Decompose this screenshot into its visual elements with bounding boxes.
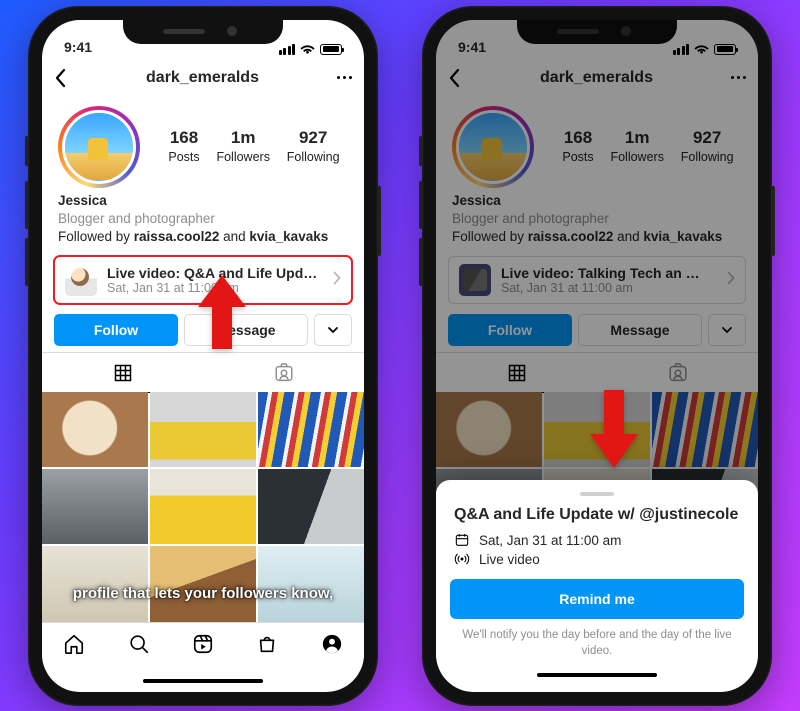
post-thumbnail[interactable] [258, 392, 364, 467]
nav-shop[interactable] [256, 633, 278, 660]
post-thumbnail[interactable] [42, 546, 148, 621]
profile-header: dark_emeralds [42, 56, 364, 100]
live-datetime: Sat, Jan 31 at 11:00 am [107, 281, 323, 295]
live-title: Live video: Q&A and Life Updat… [107, 265, 323, 281]
followed-by: Followed by raissa.cool22 and kvia_kavak… [58, 228, 348, 246]
nav-reels[interactable] [192, 633, 214, 660]
stat-following[interactable]: 927 Following [287, 128, 340, 166]
scheduled-live-card[interactable]: Live video: Q&A and Life Updat… Sat, Jan… [54, 256, 352, 304]
nav-home[interactable] [63, 633, 85, 660]
follow-button[interactable]: Follow [54, 314, 178, 346]
battery-icon [320, 44, 342, 55]
post-thumbnail[interactable] [42, 469, 148, 544]
sheet-note: We'll notify you the day before and the … [460, 628, 734, 659]
search-icon [128, 633, 150, 655]
phone-right: 9:41 dark_emeralds [422, 6, 772, 706]
grid-icon [113, 363, 133, 383]
broadcast-icon [454, 551, 470, 567]
profile-summary: 168 Posts 1m Followers 927 Following [42, 100, 364, 190]
wifi-icon [300, 44, 315, 55]
username-title: dark_emeralds [146, 69, 259, 87]
post-thumbnail[interactable] [150, 392, 256, 467]
stat-posts[interactable]: 168 Posts [168, 128, 199, 166]
home-indicator [42, 670, 364, 692]
more-options-button[interactable] [337, 76, 352, 79]
display-name: Jessica [58, 192, 348, 210]
post-thumbnail[interactable] [258, 469, 364, 544]
home-indicator [454, 666, 740, 684]
sheet-type: Live video [454, 551, 740, 567]
live-detail-sheet: Q&A and Life Update w/ @justinecole Sat,… [436, 480, 758, 691]
post-thumbnail[interactable] [258, 546, 364, 621]
sheet-datetime: Sat, Jan 31 at 11:00 am [454, 532, 740, 548]
shop-icon [256, 633, 278, 655]
tab-grid[interactable] [42, 353, 203, 392]
notch [123, 20, 283, 44]
calendar-icon [454, 532, 470, 548]
back-button[interactable] [54, 68, 68, 88]
story-ring[interactable] [58, 106, 140, 188]
bottom-nav [42, 622, 364, 670]
phone-left: 9:41 dark_emeralds [28, 6, 378, 706]
post-thumbnail[interactable] [150, 546, 256, 621]
chevron-right-icon [333, 271, 341, 290]
remind-me-button[interactable]: Remind me [450, 579, 744, 619]
tab-tagged[interactable] [203, 353, 364, 392]
suggested-dropdown-button[interactable] [314, 314, 352, 346]
post-thumbnail[interactable] [150, 469, 256, 544]
tagged-icon [273, 362, 295, 384]
profile-tabs [42, 352, 364, 392]
bio: Jessica Blogger and photographer Followe… [42, 190, 364, 249]
nav-search[interactable] [128, 633, 150, 660]
nav-profile[interactable] [321, 633, 343, 660]
live-thumbnail [65, 264, 97, 296]
home-icon [63, 633, 85, 655]
profile-icon [321, 633, 343, 655]
post-thumbnail[interactable] [42, 392, 148, 467]
bio-text: Blogger and photographer [58, 210, 348, 228]
message-button[interactable]: Message [184, 314, 308, 346]
cellular-icon [279, 44, 296, 55]
status-time: 9:41 [64, 39, 92, 55]
posts-grid [42, 392, 364, 621]
sheet-title: Q&A and Life Update w/ @justinecole [454, 506, 740, 524]
reels-icon [192, 633, 214, 655]
stat-followers[interactable]: 1m Followers [216, 128, 270, 166]
sheet-grabber[interactable] [580, 492, 614, 496]
chevron-down-icon [327, 324, 339, 336]
avatar [62, 110, 136, 184]
